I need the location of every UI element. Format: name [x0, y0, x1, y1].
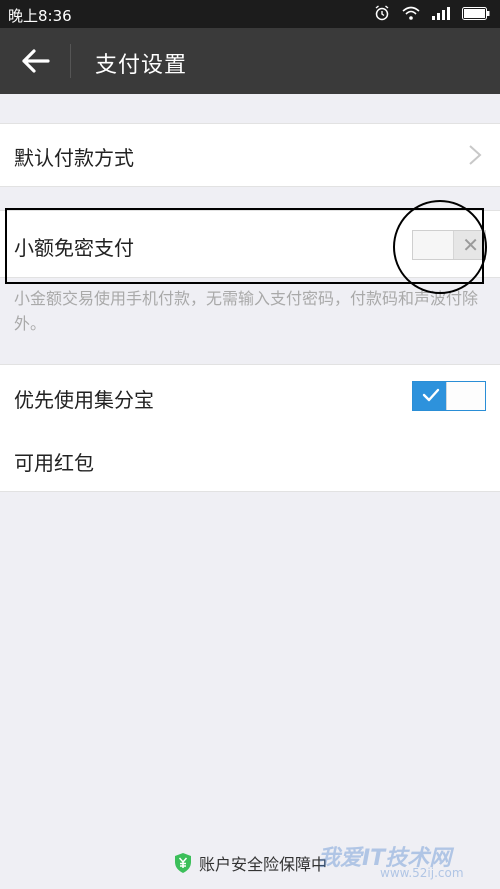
signal-icon — [432, 7, 450, 20]
status-time: 晚上8:36 — [8, 7, 72, 25]
hongbao-row[interactable]: 可用红包 — [0, 429, 500, 492]
watermark-url: www.52ij.com — [380, 866, 464, 880]
chevron-right-icon — [469, 145, 482, 165]
back-button[interactable] — [18, 44, 54, 78]
check-icon — [422, 388, 440, 402]
default-payment-row[interactable]: 默认付款方式 — [0, 123, 500, 187]
small-amount-toggle[interactable]: ✕ — [412, 230, 486, 260]
jifenbao-label: 优先使用集分宝 — [14, 388, 154, 412]
battery-icon — [462, 6, 490, 20]
status-bar: 晚上8:36 — [0, 0, 500, 28]
default-payment-label: 默认付款方式 — [14, 146, 134, 170]
title-bar: 支付设置 — [0, 28, 500, 94]
title-divider — [70, 44, 71, 78]
back-arrow-icon — [22, 49, 50, 73]
small-amount-label: 小额免密支付 — [14, 236, 134, 260]
jifenbao-toggle[interactable] — [412, 381, 486, 411]
small-amount-description: 小金额交易使用手机付款，无需输入支付密码，付款码和声波付除外。 — [14, 289, 479, 333]
toggle-knob — [413, 231, 454, 259]
hongbao-label: 可用红包 — [14, 451, 94, 475]
close-icon: ✕ — [462, 233, 479, 257]
page-title: 支付设置 — [95, 53, 188, 78]
shield-yen-icon — [174, 853, 191, 873]
status-icons — [374, 5, 490, 21]
toggle-knob — [446, 382, 485, 410]
footer-text: 账户安全险保障中 — [198, 855, 327, 874]
alarm-icon — [375, 5, 389, 21]
wifi-icon — [402, 6, 420, 20]
